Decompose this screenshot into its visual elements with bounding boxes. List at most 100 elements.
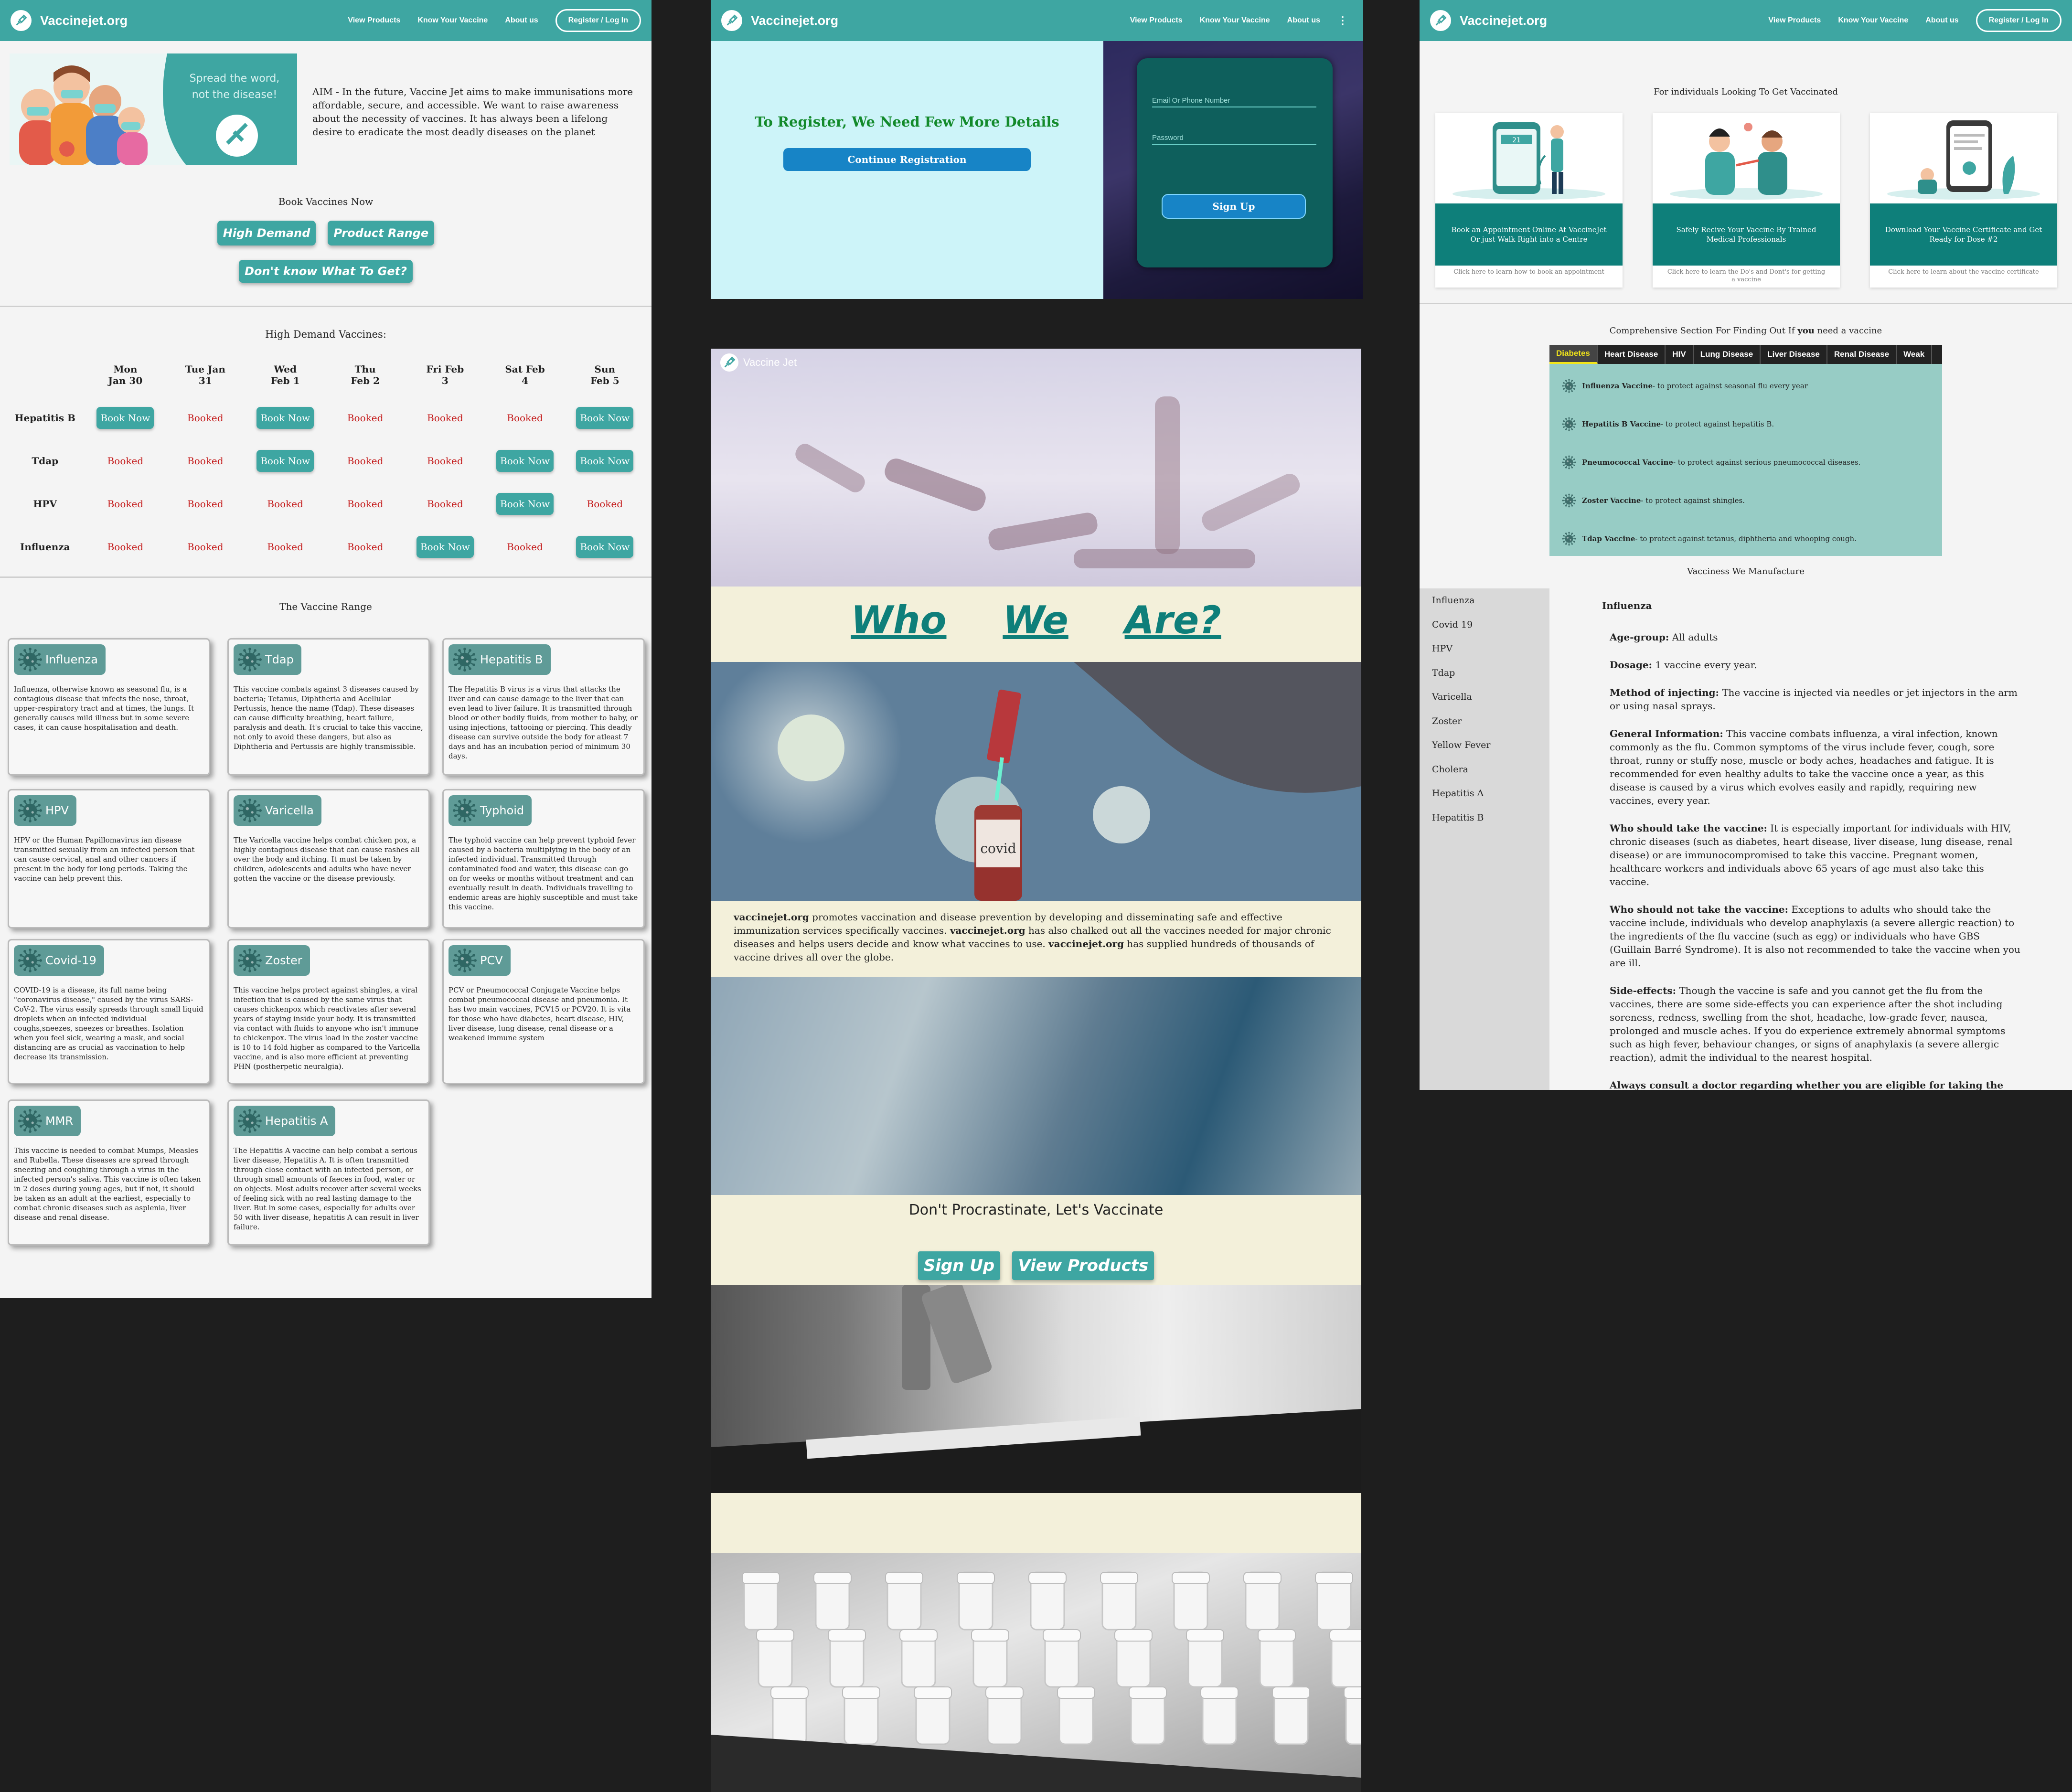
nav-about-us[interactable]: About us [1287, 16, 1320, 25]
sidebar-vaccine-item[interactable]: Varicella [1420, 685, 1549, 709]
book-now-button[interactable]: Book Now [256, 407, 314, 429]
book-vaccines-title: Book Vaccines Now [278, 196, 374, 207]
condition-tab[interactable]: HIV [1666, 345, 1694, 364]
vaccine-logo-icon [720, 353, 738, 372]
condition-tab[interactable]: Liver Disease [1761, 345, 1827, 364]
process-card[interactable]: Safely Recive Your Vaccine By Trained Me… [1653, 113, 1840, 288]
nav-about-us[interactable]: About us [1925, 16, 1958, 25]
vaccine-description: - to protect against shingles. [1641, 496, 1745, 505]
book-now-button[interactable]: Book Now [96, 407, 154, 429]
schedule-cell: Booked [565, 482, 645, 525]
vaccine-card-text: The Varicella vaccine helps combat chick… [234, 836, 420, 883]
book-now-button[interactable]: Book Now [496, 450, 554, 472]
sidebar-vaccine-item[interactable]: Yellow Fever [1420, 733, 1549, 757]
condition-tab[interactable]: Renal Disease [1827, 345, 1897, 364]
vaccine-card[interactable]: Tdap This vaccine combats against 3 disea… [227, 638, 430, 776]
comprehensive-text-2: need a vaccine [1814, 326, 1882, 336]
detail-method: Method of injecting: The vaccine is inje… [1610, 687, 2018, 712]
schedule-cell: Booked [405, 439, 485, 482]
about-section: Vaccine Jet Who We Are? covid vaccinejet… [711, 349, 1363, 1792]
book-now-button[interactable]: Book Now [576, 407, 634, 429]
vaccine-card[interactable]: Hepatitis B The Hepatitis B virus is a vi… [442, 638, 645, 776]
process-card-link[interactable]: Click here to learn how to book an appoi… [1435, 266, 1623, 279]
vaccine-row-label: Influenza [20, 541, 70, 553]
schedule-table: Mon Jan 30 Tue Jan 31 Wed Feb 1 Thu Feb 2 Fr… [5, 353, 645, 568]
nav-about-us[interactable]: About us [505, 16, 538, 25]
sidebar-vaccine-item[interactable]: Tdap [1420, 661, 1549, 685]
condition-vaccine-item: Influenza Vaccine - to protect against s… [1549, 367, 1942, 405]
vaccine-card[interactable]: Hepatitis A The Hepatitis A vaccine can h… [227, 1099, 430, 1246]
process-card-title: Book an Appointment Online At VaccineJet… [1435, 203, 1623, 266]
more-menu-icon[interactable]: ⋮ [1337, 14, 1348, 27]
sidebar-vaccine-item[interactable]: Hepatitis A [1420, 781, 1549, 806]
sidebar-vaccine-item[interactable]: Zoster [1420, 709, 1549, 734]
vaccine-card[interactable]: Zoster This vaccine helps protect against… [227, 939, 430, 1084]
comprehensive-text-1: Comprehensive Section For Finding Out If [1609, 326, 1798, 336]
booked-label: Booked [507, 541, 543, 553]
vaccine-card[interactable]: HPV HPV or the Human Papillomavirus ian d… [8, 789, 210, 928]
virus-icon [238, 949, 262, 972]
booked-label: Booked [107, 541, 144, 553]
vaccine-card[interactable]: Covid-19 COVID-19 is a disease, its full … [8, 939, 210, 1084]
brand-logo[interactable]: Vaccinejet.org [721, 10, 838, 31]
vaccine-row-label: HPV [33, 498, 57, 510]
about-signup-button[interactable]: Sign Up [918, 1251, 1001, 1280]
schedule-cell: Booked [325, 439, 405, 482]
condition-tab[interactable]: Diabetes [1549, 345, 1598, 364]
email-field[interactable]: Email Or Phone Number [1152, 96, 1316, 107]
nav-view-products[interactable]: View Products [1768, 16, 1821, 25]
book-now-button[interactable]: Book Now [256, 450, 314, 472]
book-now-button[interactable]: Book Now [576, 450, 634, 472]
schedule-row: Influenza Booked Booked Booked Booked Book No… [5, 525, 645, 568]
brand-logo[interactable]: Vaccinejet.org [11, 10, 128, 31]
dont-know-button[interactable]: Don't know What To Get? [239, 260, 413, 283]
nav-view-products[interactable]: View Products [348, 16, 400, 25]
condition-vaccine-item: Hepatitis B Vaccine - to protect against… [1549, 405, 1942, 443]
signup-button[interactable]: Sign Up [1162, 194, 1306, 219]
about-view-products-button[interactable]: View Products [1012, 1251, 1154, 1280]
are-word: Are? [1124, 598, 1221, 642]
process-card-link[interactable]: Click here to learn the Do's and Dont's … [1653, 266, 1840, 287]
register-login-button[interactable]: Register / Log In [1976, 9, 2061, 32]
register-login-button[interactable]: Register / Log In [555, 9, 641, 32]
nav-know-your-vaccine[interactable]: Know Your Vaccine [1200, 16, 1270, 25]
product-range-button[interactable]: Product Range [328, 221, 435, 245]
sidebar-vaccine-item[interactable]: Influenza [1420, 588, 1549, 613]
vaccine-card[interactable]: Influenza Influenza, otherwise known as s… [8, 638, 210, 776]
vaccine-sidebar: Influenza Covid 19 HPV Tdap Varicella Zoster Y… [1420, 588, 1549, 1090]
brand-logo[interactable]: Vaccinejet.org [1430, 10, 1547, 31]
condition-tab[interactable]: Heart Disease [1598, 345, 1666, 364]
brand-name: Vaccinejet.org [1460, 13, 1548, 28]
vaccine-card-text: This vaccine is needed to combat Mumps, … [14, 1146, 201, 1222]
detail-who-not: Who should not take the vaccine: Excepti… [1610, 904, 2020, 969]
virus-icon [1562, 532, 1576, 546]
sidebar-vaccine-item[interactable]: Cholera [1420, 757, 1549, 782]
book-now-button[interactable]: Book Now [496, 493, 554, 515]
password-field[interactable]: Password [1152, 134, 1316, 145]
sidebar-vaccine-item[interactable]: HPV [1420, 637, 1549, 661]
book-now-button[interactable]: Book Now [416, 536, 474, 558]
process-card[interactable]: Download Your Vaccine Certificate and Ge… [1870, 113, 2057, 288]
vaccine-card-title: Hepatitis A [265, 1114, 328, 1128]
sidebar-vaccine-item[interactable]: Covid 19 [1420, 613, 1549, 637]
sidebar-vaccine-item[interactable]: Hepatitis B [1420, 806, 1549, 830]
banner-text-1: Spread the word, [189, 73, 280, 85]
process-card-link[interactable]: Click here to learn about the vaccine ce… [1870, 266, 2057, 279]
book-now-button[interactable]: Book Now [576, 536, 634, 558]
virus-icon [1562, 493, 1576, 508]
vaccine-card[interactable]: MMR This vaccine is needed to combat Mump… [8, 1099, 210, 1246]
nav-know-your-vaccine[interactable]: Know Your Vaccine [417, 16, 488, 25]
hero-banner: Spread the word, not the disease! [10, 53, 297, 165]
high-demand-button[interactable]: High Demand [217, 221, 316, 245]
nav-view-products[interactable]: View Products [1130, 16, 1183, 25]
condition-tab[interactable]: Lung Disease [1694, 345, 1761, 364]
vaccine-card[interactable]: Typhoid The typhoid vaccine can help prev… [442, 789, 645, 928]
schedule-cell: Book Now [485, 439, 565, 482]
vaccine-card[interactable]: PCV PCV or Pneumococcal Conjugate Vaccine… [442, 939, 645, 1084]
vaccine-card[interactable]: Varicella The Varicella vaccine helps com… [227, 789, 430, 928]
vaccine-name: Tdap Vaccine [1582, 534, 1635, 543]
process-card[interactable]: 21 Book an Appointment Online At VaccineJ… [1435, 113, 1623, 288]
nav-know-your-vaccine[interactable]: Know Your Vaccine [1838, 16, 1908, 25]
condition-tab[interactable]: Weak [1897, 345, 1933, 364]
continue-registration-button[interactable]: Continue Registration [783, 148, 1031, 171]
